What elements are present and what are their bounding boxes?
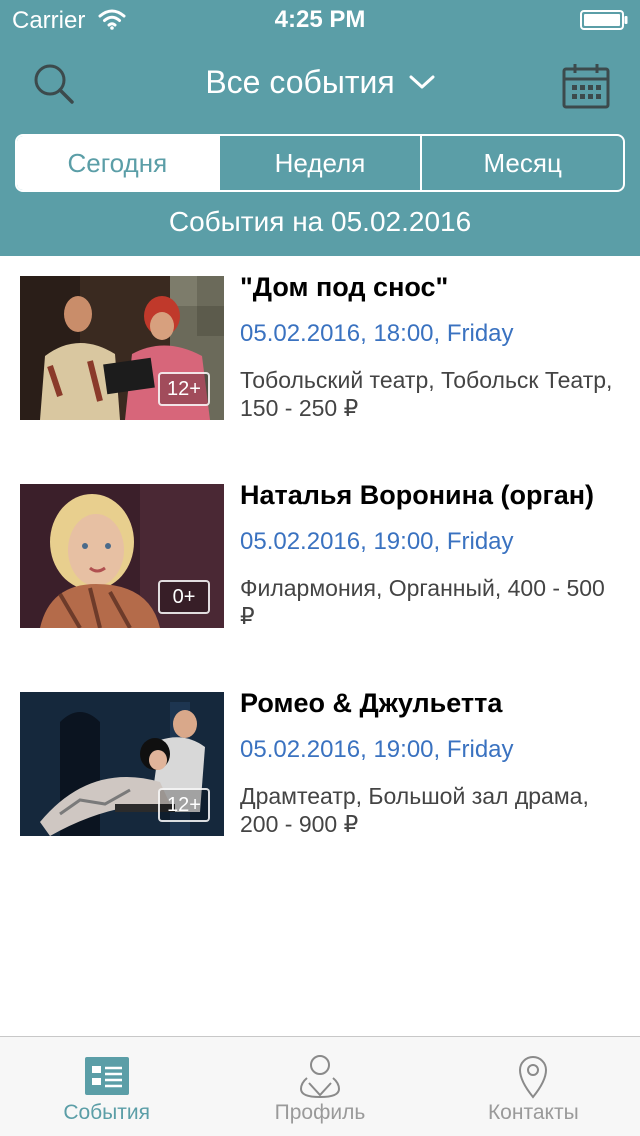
tab-contacts[interactable]: Контакты: [427, 1037, 640, 1136]
location-pin-icon: [519, 1056, 548, 1099]
calendar-icon[interactable]: [560, 62, 612, 110]
date-header: События на 05.02.2016: [168, 206, 472, 237]
segment-month[interactable]: Месяц: [420, 136, 623, 190]
profile-icon: [299, 1055, 340, 1099]
navigation-bar: Все события: [0, 40, 640, 130]
event-venue-price: Тобольский театр, Тобольск Театр, 150 - …: [240, 367, 613, 421]
tab-profile[interactable]: Профиль: [213, 1037, 426, 1136]
clock: 4:25 PM: [274, 6, 366, 33]
tab-events[interactable]: События: [0, 1037, 213, 1136]
search-icon[interactable]: [30, 60, 78, 108]
event-title: "Дом под снос": [240, 272, 449, 302]
events-filter-dropdown[interactable]: Все события: [160, 64, 480, 101]
event-datetime: 05.02.2016, 18:00, Friday: [240, 320, 514, 347]
tab-contacts-label: Контакты: [487, 1101, 579, 1124]
tab-events-label: События: [63, 1101, 150, 1124]
period-segmented-control: Сегодня Неделя Месяц: [15, 134, 625, 192]
event-item[interactable]: 0+ Наталья Воронина (орган) 05.02.2016, …: [0, 464, 640, 634]
segment-today[interactable]: Сегодня: [17, 136, 218, 190]
event-item[interactable]: 12+ "Дом под снос" 05.02.2016, 18:00, Fr…: [0, 256, 640, 426]
segment-week[interactable]: Неделя: [217, 136, 421, 190]
events-list-icon: [84, 1057, 129, 1095]
status-bar: Carrier 4:25 PM: [0, 0, 640, 40]
header: Carrier 4:25 PM Все события Сегодня Неде…: [0, 0, 640, 256]
event-venue-price: Драмтеатр, Большой зал драма, 200 - 900 …: [240, 783, 589, 837]
chevron-down-icon: [409, 75, 435, 89]
nav-title-label: Все события: [205, 64, 395, 100]
event-title: Ромео & Джульетта: [240, 688, 503, 718]
event-item[interactable]: 12+ Ромео & Джульетта 05.02.2016, 19:00,…: [0, 672, 640, 842]
age-rating-badge: 12+: [158, 788, 210, 822]
event-venue-price: Филармония, Органный, 400 - 500 ₽: [240, 575, 605, 629]
battery-icon: [580, 10, 628, 30]
tab-profile-label: Профиль: [274, 1101, 366, 1124]
event-image: 12+: [20, 692, 224, 836]
event-image: 12+: [20, 276, 224, 420]
age-rating-badge: 12+: [158, 372, 210, 406]
event-image: 0+: [20, 484, 224, 628]
tab-bar: События Профиль Контакты: [0, 1036, 640, 1136]
event-datetime: 05.02.2016, 19:00, Friday: [240, 736, 514, 763]
event-datetime: 05.02.2016, 19:00, Friday: [240, 528, 514, 555]
age-rating-badge: 0+: [158, 580, 210, 614]
event-title: Наталья Воронина (орган): [240, 480, 595, 510]
